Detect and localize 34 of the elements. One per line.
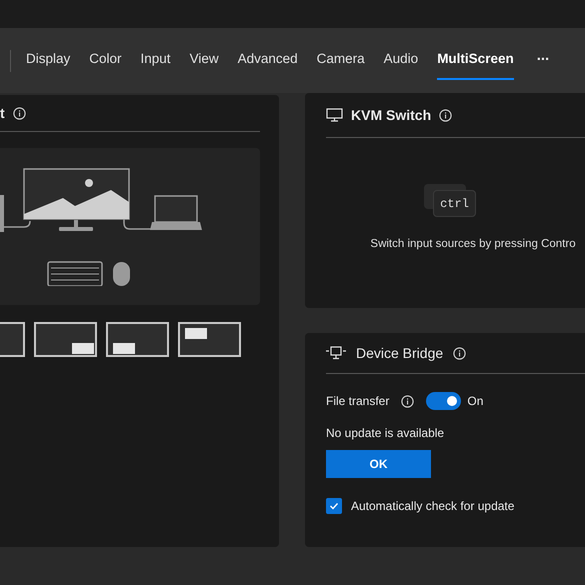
checkmark-icon (329, 501, 339, 511)
window-thumbnail (72, 343, 94, 354)
tab[interactable]: Input (140, 41, 171, 80)
description-text: Switch input sources by pressing Contro (370, 237, 576, 252)
more-button[interactable]: ... (536, 45, 550, 76)
checkbox-label: Automatically check for update (351, 498, 514, 515)
info-icon[interactable] (12, 106, 26, 120)
monitor-icon (326, 108, 343, 122)
tab[interactable]: View (190, 41, 219, 80)
tab[interactable]: Display (26, 41, 70, 80)
info-icon[interactable] (401, 394, 414, 408)
panel-title: t (0, 104, 5, 122)
layout-option[interactable] (34, 322, 97, 357)
update-status: No update is available (326, 425, 446, 442)
tab[interactable]: Advanced (238, 41, 298, 80)
layout-option[interactable] (178, 322, 241, 357)
checkbox[interactable] (326, 498, 342, 514)
panel-title: Device Bridge (356, 344, 444, 363)
monitor-icon (326, 346, 346, 360)
window-thumbnail (185, 328, 207, 339)
ctrl-key: ctrl (433, 190, 476, 217)
ok-button[interactable]: OK (326, 450, 431, 478)
file-transfer-label: File transfer (326, 393, 390, 410)
tab[interactable]: Color (89, 41, 122, 80)
info-icon[interactable] (439, 108, 452, 122)
window-thumbnail (113, 343, 135, 354)
tab[interactable]: MultiScreen (437, 41, 514, 80)
tab[interactable]: Camera (316, 41, 365, 80)
layout-option[interactable] (106, 322, 169, 357)
panel-title: KVM Switch (351, 106, 432, 124)
toggle-state-label: On (467, 393, 484, 410)
toggle-switch[interactable] (426, 392, 462, 410)
tab[interactable]: Audio (384, 41, 418, 80)
info-icon[interactable] (453, 346, 466, 360)
